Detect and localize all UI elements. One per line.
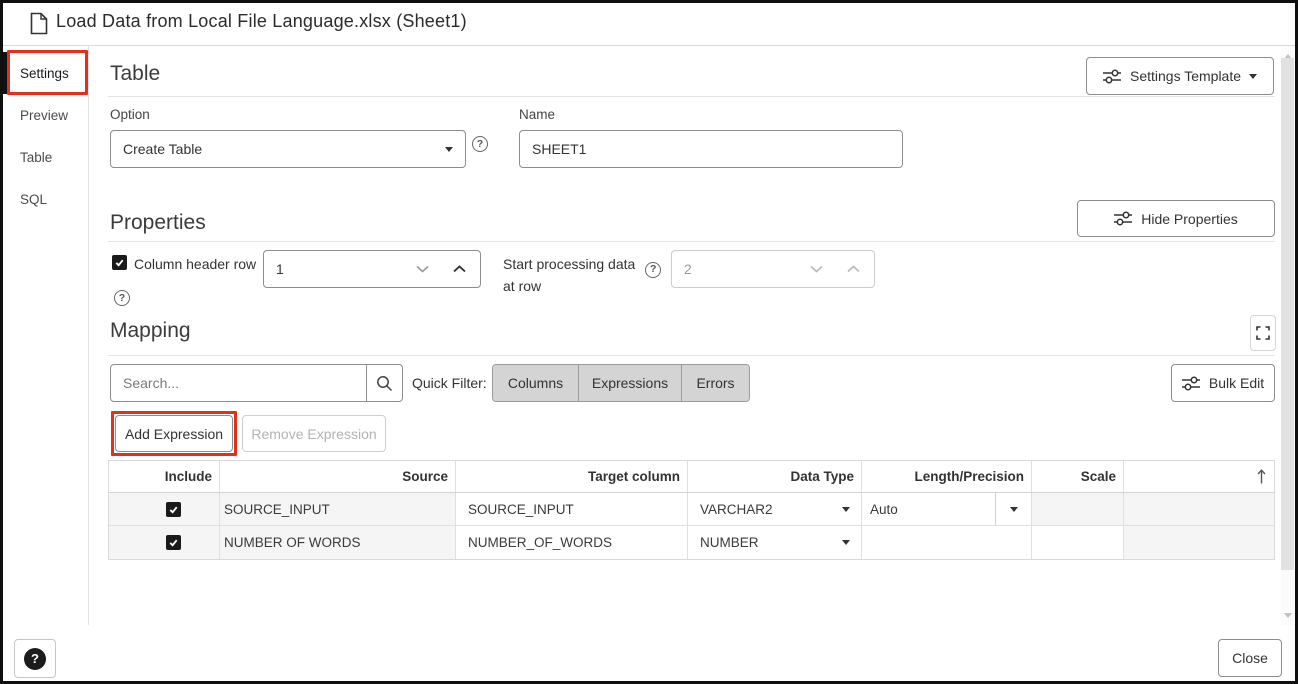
- add-expression-button[interactable]: Add Expression: [115, 415, 233, 452]
- expand-mapping-button[interactable]: [1250, 315, 1276, 351]
- mapping-section-heading: Mapping: [110, 319, 191, 343]
- sliders-icon: [1182, 376, 1201, 391]
- col-include[interactable]: Include: [109, 461, 220, 492]
- sidebar-item-settings[interactable]: Settings: [3, 52, 88, 94]
- include-checkbox[interactable]: [166, 535, 181, 550]
- chevron-down-icon: [842, 540, 850, 545]
- search-icon: [376, 375, 393, 392]
- help-button[interactable]: ?: [14, 639, 56, 678]
- col-sort[interactable]: [1124, 461, 1274, 492]
- bulk-edit-button[interactable]: Bulk Edit: [1171, 364, 1275, 402]
- row-extra-cell: [1124, 493, 1274, 525]
- scrollbar-thumb[interactable]: [1281, 58, 1294, 570]
- properties-section-heading: Properties: [110, 211, 206, 235]
- length-precision-combobox[interactable]: Auto: [862, 493, 1032, 525]
- scrollbar-down-icon[interactable]: [1284, 613, 1292, 618]
- option-help-icon[interactable]: ?: [472, 136, 488, 152]
- col-length-precision[interactable]: Length/Precision: [862, 461, 1032, 492]
- dialog-title: Load Data from Local File Language.xlsx …: [56, 11, 467, 32]
- remove-expression-button: Remove Expression: [242, 415, 386, 452]
- mapping-table: Include Source Target column Data Type L…: [108, 460, 1275, 560]
- quick-filter-columns[interactable]: Columns: [493, 365, 579, 401]
- col-data-type[interactable]: Data Type: [688, 461, 862, 492]
- mapping-table-header: Include Source Target column Data Type L…: [109, 461, 1274, 493]
- col-source[interactable]: Source: [220, 461, 456, 492]
- include-checkbox[interactable]: [166, 502, 181, 517]
- source-cell: SOURCE_INPUT: [220, 493, 456, 525]
- length-precision-cell[interactable]: [862, 526, 1032, 559]
- sliders-icon: [1114, 211, 1133, 226]
- scrollbar[interactable]: [1281, 46, 1294, 625]
- start-processing-label: Start processing data ? at row: [503, 256, 661, 295]
- search-button[interactable]: [366, 364, 403, 402]
- spinner-down-icon[interactable]: [416, 265, 429, 273]
- col-scale[interactable]: Scale: [1032, 461, 1124, 492]
- table-row: SOURCE_INPUT SOURCE_INPUT VARCHAR2 Auto: [109, 493, 1274, 526]
- column-header-row-checkbox[interactable]: [112, 255, 127, 270]
- document-icon: [30, 12, 48, 35]
- help-icon: ?: [24, 648, 46, 670]
- window-border: [0, 0, 1298, 684]
- spinner-down-icon: [810, 265, 823, 273]
- target-column-cell[interactable]: SOURCE_INPUT: [456, 493, 688, 525]
- column-header-row-label: Column header row: [134, 256, 256, 272]
- name-input[interactable]: SHEET1: [519, 130, 903, 168]
- quick-filter-errors[interactable]: Errors: [682, 365, 749, 401]
- sidebar-border: [88, 46, 89, 625]
- properties-section-divider: [108, 241, 1275, 242]
- sidebar-item-sql[interactable]: SQL: [3, 178, 88, 220]
- search-input[interactable]: Search...: [110, 364, 367, 402]
- quick-filter-label: Quick Filter:: [412, 375, 487, 391]
- column-header-row-spinner[interactable]: 1: [263, 250, 481, 288]
- sort-ascending-icon: [1256, 468, 1267, 485]
- close-button[interactable]: Close: [1218, 639, 1282, 677]
- chevron-down-icon: [842, 507, 850, 512]
- start-processing-spinner: 2: [671, 250, 875, 288]
- source-cell: NUMBER OF WORDS: [220, 526, 456, 559]
- row-extra-cell: [1124, 526, 1274, 559]
- sidebar-item-table[interactable]: Table: [3, 136, 88, 178]
- titlebar-separator: [3, 45, 1295, 46]
- chevron-down-icon[interactable]: [1010, 507, 1018, 512]
- data-type-select[interactable]: NUMBER: [688, 526, 862, 559]
- spinner-up-icon: [847, 265, 860, 273]
- table-section-divider: [108, 96, 1275, 97]
- quick-filter-expressions[interactable]: Expressions: [579, 365, 682, 401]
- load-data-dialog: Load Data from Local File Language.xlsx …: [0, 0, 1298, 684]
- spinner-up-icon[interactable]: [453, 265, 466, 273]
- scale-cell: [1032, 493, 1124, 525]
- target-column-cell[interactable]: NUMBER_OF_WORDS: [456, 526, 688, 559]
- chevron-down-icon: [445, 147, 453, 152]
- option-select[interactable]: Create Table: [110, 130, 466, 168]
- column-header-row-help-icon[interactable]: ?: [114, 290, 130, 306]
- quick-filter-group: Columns Expressions Errors: [492, 364, 750, 402]
- settings-template-button[interactable]: Settings Template: [1086, 57, 1274, 95]
- table-row: NUMBER OF WORDS NUMBER_OF_WORDS NUMBER: [109, 526, 1274, 559]
- scale-cell[interactable]: [1032, 526, 1124, 559]
- chevron-down-icon: [1249, 74, 1257, 79]
- sidebar-item-preview[interactable]: Preview: [3, 94, 88, 136]
- col-target-column[interactable]: Target column: [456, 461, 688, 492]
- maximize-icon: [1256, 326, 1270, 340]
- mapping-section-divider: [108, 355, 1275, 356]
- option-label: Option: [110, 107, 150, 122]
- table-section-heading: Table: [110, 62, 160, 86]
- start-processing-help-icon[interactable]: ?: [645, 262, 661, 278]
- sliders-icon: [1103, 69, 1122, 84]
- name-label: Name: [519, 107, 555, 122]
- hide-properties-button[interactable]: Hide Properties: [1077, 200, 1275, 237]
- data-type-select[interactable]: VARCHAR2: [688, 493, 862, 525]
